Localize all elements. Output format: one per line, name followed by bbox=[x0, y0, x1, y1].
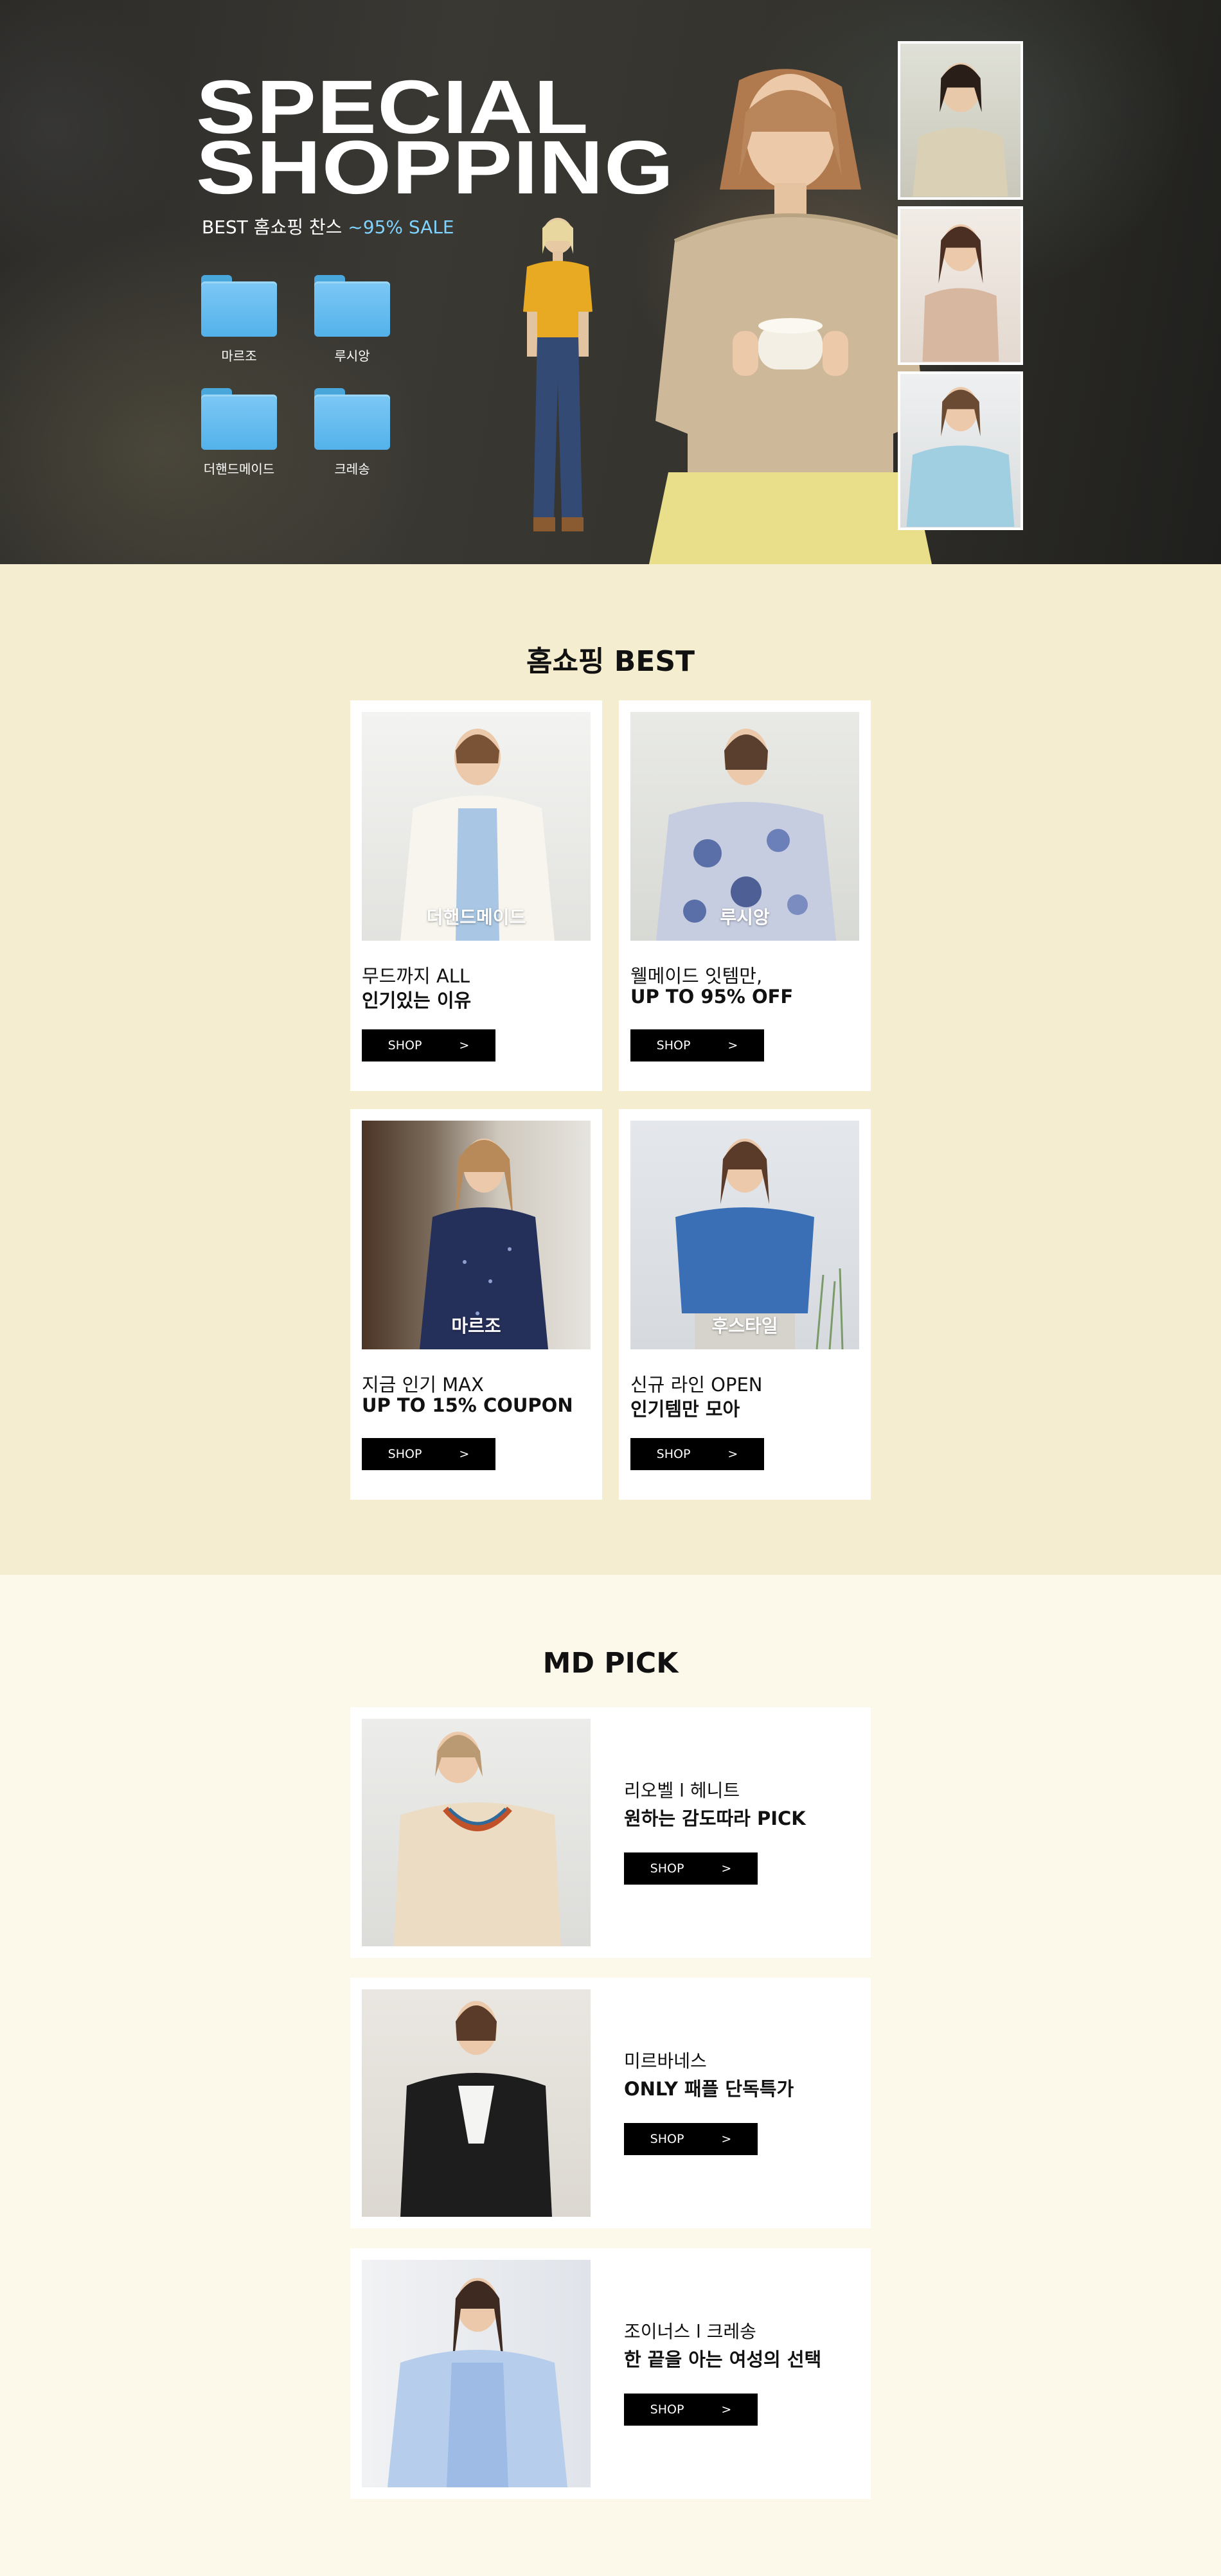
product-image[interactable]: 루시앙 bbox=[630, 712, 859, 941]
arrow-right-icon: > bbox=[721, 2403, 732, 2417]
shop-button-label: SHOP bbox=[388, 1038, 422, 1053]
arrow-right-icon: > bbox=[721, 2132, 732, 2146]
md-pick-brand: 조이너스 l 크레송 bbox=[624, 2321, 756, 2342]
shop-button[interactable]: SHOP > bbox=[630, 1029, 764, 1061]
best-section-title: 홈쇼핑 BEST bbox=[526, 645, 695, 678]
product-image[interactable] bbox=[362, 2260, 591, 2487]
folder-icon bbox=[201, 275, 277, 337]
md-pick-card: 미르바네스 ONLY 패플 단독특가 SHOP > bbox=[350, 1978, 871, 2228]
card-text-line1: 신규 라인 OPEN bbox=[630, 1374, 763, 1396]
arrow-right-icon: > bbox=[459, 1447, 470, 1461]
arrow-right-icon: > bbox=[727, 1038, 738, 1053]
card-text-line2: UP TO 95% OFF bbox=[630, 986, 794, 1008]
best-card: 마르조 지금 인기 MAX UP TO 15% COUPON SHOP > bbox=[350, 1109, 602, 1500]
folder-label: 크레송 bbox=[334, 461, 370, 477]
hero-subtitle-text: BEST 홈쇼핑 찬스 bbox=[202, 217, 343, 238]
folder-icon bbox=[314, 388, 390, 450]
md-pick-card: 리오벨 l 헤니트 원하는 감도따라 PICK SHOP > bbox=[350, 1707, 871, 1958]
shop-button-label: SHOP bbox=[650, 2403, 684, 2417]
model-main-image bbox=[649, 69, 932, 564]
shop-button[interactable]: SHOP > bbox=[624, 2394, 758, 2426]
thumb-image-1[interactable] bbox=[898, 41, 1023, 200]
md-pick-section: MD PICK 리오벨 l 헤니트 원하는 감도따라 PICK SHOP > 미… bbox=[0, 1575, 1221, 2576]
product-image[interactable]: 마르조 bbox=[362, 1121, 591, 1349]
hero-banner: SPECIAL SHOPPING BEST 홈쇼핑 찬스 ~95% SALE 마… bbox=[0, 0, 1221, 564]
arrow-right-icon: > bbox=[727, 1447, 738, 1461]
folder-label: 더핸드메이드 bbox=[203, 461, 275, 477]
shop-button-label: SHOP bbox=[656, 1038, 691, 1053]
shop-button-label: SHOP bbox=[388, 1447, 422, 1461]
hero-subtitle-sale: ~95% SALE bbox=[342, 217, 454, 238]
folder-cresson[interactable]: 크레송 bbox=[314, 388, 391, 477]
card-brand-label: 마르조 bbox=[451, 1315, 501, 1337]
card-text-line2: 인기있는 이유 bbox=[362, 990, 472, 1011]
folder-label: 마르조 bbox=[221, 348, 257, 364]
card-text-line1: 지금 인기 MAX bbox=[362, 1374, 484, 1396]
md-pick-headline: 원하는 감도따라 PICK bbox=[624, 1808, 806, 1829]
card-text-line2: UP TO 15% COUPON bbox=[362, 1394, 573, 1416]
hero-subtitle: BEST 홈쇼핑 찬스 ~95% SALE bbox=[202, 213, 454, 239]
card-text-line1: 웰메이드 잇템만, bbox=[630, 965, 763, 987]
shop-button[interactable]: SHOP > bbox=[624, 2123, 758, 2155]
shop-button[interactable]: SHOP > bbox=[630, 1438, 764, 1470]
md-pick-headline: ONLY 패플 단독특가 bbox=[624, 2078, 794, 2100]
card-brand-label: 루시앙 bbox=[720, 907, 770, 928]
arrow-right-icon: > bbox=[721, 1861, 732, 1876]
shop-button-label: SHOP bbox=[650, 1861, 684, 1876]
product-image[interactable]: 후스타일 bbox=[630, 1121, 859, 1349]
card-brand-label: 더핸드메이드 bbox=[426, 907, 526, 928]
best-card: 후스타일 신규 라인 OPEN 인기템만 모아 SHOP > bbox=[619, 1109, 871, 1500]
md-pick-headline: 한 끝을 아는 여성의 선택 bbox=[624, 2349, 822, 2370]
md-pick-card: 조이너스 l 크레송 한 끝을 아는 여성의 선택 SHOP > bbox=[350, 2248, 871, 2499]
shop-button[interactable]: SHOP > bbox=[362, 1438, 495, 1470]
folder-lucien[interactable]: 루시앙 bbox=[314, 275, 391, 364]
shop-button-label: SHOP bbox=[656, 1447, 691, 1461]
card-brand-label: 후스타일 bbox=[711, 1315, 778, 1337]
thumb-image-3[interactable] bbox=[898, 371, 1023, 530]
best-card: 더핸드메이드 무드까지 ALL 인기있는 이유 SHOP > bbox=[350, 700, 602, 1091]
shop-button[interactable]: SHOP > bbox=[624, 1852, 758, 1885]
best-card: 루시앙 웰메이드 잇템만, UP TO 95% OFF SHOP > bbox=[619, 700, 871, 1091]
shop-button-label: SHOP bbox=[650, 2132, 684, 2146]
md-pick-title: MD PICK bbox=[542, 1647, 679, 1680]
thumb-image-2[interactable] bbox=[898, 206, 1023, 365]
folder-icon bbox=[201, 388, 277, 450]
product-image[interactable] bbox=[362, 1719, 591, 1946]
card-text-line2: 인기템만 모아 bbox=[630, 1398, 740, 1420]
folder-maljo[interactable]: 마르조 bbox=[201, 275, 278, 364]
product-image[interactable]: 더핸드메이드 bbox=[362, 712, 591, 941]
folder-label: 루시앙 bbox=[334, 348, 370, 364]
card-text-line1: 무드까지 ALL bbox=[362, 965, 470, 987]
best-section: 홈쇼핑 BEST 더핸드메이드 무드까지 ALL 인기있는 이유 SHOP > bbox=[0, 564, 1221, 1575]
arrow-right-icon: > bbox=[459, 1038, 470, 1053]
folder-icon bbox=[314, 275, 390, 337]
model-yellow-top-image bbox=[523, 218, 593, 531]
md-pick-brand: 리오벨 l 헤니트 bbox=[624, 1780, 740, 1801]
md-pick-brand: 미르바네스 bbox=[624, 2050, 707, 2072]
shop-button[interactable]: SHOP > bbox=[362, 1029, 495, 1061]
product-image[interactable] bbox=[362, 1989, 591, 2217]
folder-thehandmade[interactable]: 더핸드메이드 bbox=[201, 388, 278, 477]
